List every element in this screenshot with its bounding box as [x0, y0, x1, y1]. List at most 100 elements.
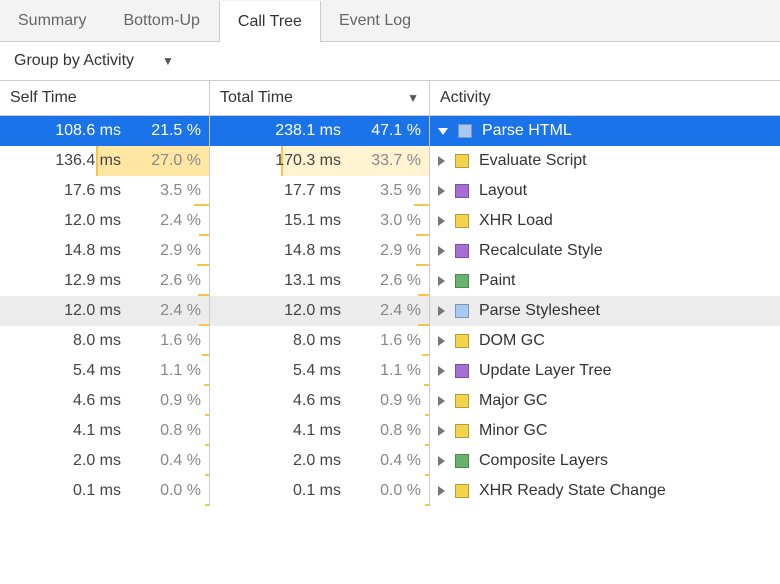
total-time-ms: 12.0 ms: [261, 302, 351, 320]
total-time-pct: 0.0 %: [351, 482, 421, 500]
self-time-cell: 2.0 ms0.4 %: [0, 446, 210, 476]
table-row[interactable]: 2.0 ms0.4 %2.0 ms0.4 %Composite Layers: [0, 446, 780, 476]
expander-closed-icon[interactable]: [438, 186, 445, 196]
total-time-cell: 2.0 ms0.4 %: [210, 446, 430, 476]
total-time-cell: 5.4 ms1.1 %: [210, 356, 430, 386]
self-time-cell: 136.4 ms27.0 %: [0, 146, 210, 176]
activity-name: Update Layer Tree: [479, 362, 612, 380]
column-activity[interactable]: Activity: [430, 81, 780, 115]
self-time-pct: 0.0 %: [131, 482, 201, 500]
table-row[interactable]: 12.9 ms2.6 %13.1 ms2.6 %Paint: [0, 266, 780, 296]
tab-event-log[interactable]: Event Log: [321, 0, 430, 41]
total-time-cell: 12.0 ms2.4 %: [210, 296, 430, 326]
table-row[interactable]: 0.1 ms0.0 %0.1 ms0.0 %XHR Ready State Ch…: [0, 476, 780, 506]
table-row[interactable]: 12.0 ms2.4 %12.0 ms2.4 %Parse Stylesheet: [0, 296, 780, 326]
self-time-ms: 4.1 ms: [41, 422, 131, 440]
activity-name: XHR Load: [479, 212, 553, 230]
activity-cell: XHR Ready State Change: [430, 476, 780, 506]
self-time-pct: 1.1 %: [131, 362, 201, 380]
expander-closed-icon[interactable]: [438, 486, 445, 496]
column-total-time[interactable]: Total Time ▼: [210, 81, 430, 115]
table-row[interactable]: 136.4 ms27.0 %170.3 ms33.7 % Evaluate Scr…: [0, 146, 780, 176]
table-row[interactable]: 5.4 ms1.1 %5.4 ms1.1 % Update Layer Tree: [0, 356, 780, 386]
total-time-pct: 0.4 %: [351, 452, 421, 470]
chevron-down-icon: ▼: [162, 54, 174, 68]
table-row[interactable]: 12.0 ms2.4 %15.1 ms3.0 %XHR Load: [0, 206, 780, 236]
tab-summary[interactable]: Summary: [0, 0, 105, 41]
self-time-ms: 12.0 ms: [41, 212, 131, 230]
table-row[interactable]: 17.6 ms3.5 %17.7 ms3.5 %Layout: [0, 176, 780, 206]
table-row[interactable]: 4.1 ms0.8 %4.1 ms0.8 %Minor GC: [0, 416, 780, 446]
self-time-ms: 4.6 ms: [41, 392, 131, 410]
expander-closed-icon[interactable]: [438, 216, 445, 226]
activity-color-swatch: [455, 394, 469, 408]
self-time-ms: 12.0 ms: [41, 302, 131, 320]
tab-call-tree[interactable]: Call Tree: [219, 1, 321, 42]
expander-closed-icon[interactable]: [438, 306, 445, 316]
total-time-cell: 170.3 ms33.7 %: [210, 146, 430, 176]
total-time-pct: 0.8 %: [351, 422, 421, 440]
expander-closed-icon[interactable]: [438, 366, 445, 376]
activity-cell: Parse HTML: [430, 116, 780, 146]
activity-cell: Recalculate Style: [430, 236, 780, 266]
self-time-cell: 12.9 ms2.6 %: [0, 266, 210, 296]
total-time-ms: 0.1 ms: [261, 482, 351, 500]
activity-cell: XHR Load: [430, 206, 780, 236]
total-time-pct: 1.6 %: [351, 332, 421, 350]
self-time-cell: 4.6 ms0.9 %: [0, 386, 210, 416]
self-time-pct: 0.4 %: [131, 452, 201, 470]
self-time-cell: 17.6 ms3.5 %: [0, 176, 210, 206]
self-time-pct: 2.6 %: [131, 272, 201, 290]
self-time-cell: 0.1 ms0.0 %: [0, 476, 210, 506]
self-time-pct: 2.9 %: [131, 242, 201, 260]
self-time-ms: 0.1 ms: [41, 482, 131, 500]
total-time-cell: 0.1 ms0.0 %: [210, 476, 430, 506]
activity-name: Parse Stylesheet: [479, 302, 600, 320]
group-by-label: Group by Activity: [14, 52, 134, 70]
expander-closed-icon[interactable]: [438, 276, 445, 286]
total-time-cell: 4.1 ms0.8 %: [210, 416, 430, 446]
expander-closed-icon[interactable]: [438, 156, 445, 166]
activity-name: XHR Ready State Change: [479, 482, 666, 500]
self-time-cell: 4.1 ms0.8 %: [0, 416, 210, 446]
column-activity-label: Activity: [440, 89, 491, 107]
expander-closed-icon[interactable]: [438, 426, 445, 436]
table-row[interactable]: 108.6 ms21.5 % 238.1 ms47.1 % Parse HTML: [0, 116, 780, 146]
activity-name: Major GC: [479, 392, 547, 410]
total-time-ms: 238.1 ms: [261, 122, 351, 140]
column-self-time[interactable]: Self Time: [0, 81, 210, 115]
activity-name: Evaluate Script: [479, 152, 587, 170]
activity-color-swatch: [455, 334, 469, 348]
expander-open-icon[interactable]: [438, 128, 448, 135]
activity-color-swatch: [455, 484, 469, 498]
activity-cell: Paint: [430, 266, 780, 296]
activity-name: Composite Layers: [479, 452, 608, 470]
table-row[interactable]: 8.0 ms1.6 %8.0 ms1.6 %DOM GC: [0, 326, 780, 356]
self-time-ms: 12.9 ms: [41, 272, 131, 290]
self-time-cell: 12.0 ms2.4 %: [0, 206, 210, 236]
tab-bottom-up[interactable]: Bottom-Up: [105, 0, 218, 41]
activity-color-swatch: [458, 124, 472, 138]
self-time-pct: 2.4 %: [131, 302, 201, 320]
total-time-pct: 47.1 %: [351, 122, 421, 140]
activity-name: Recalculate Style: [479, 242, 603, 260]
expander-closed-icon[interactable]: [438, 456, 445, 466]
total-time-ms: 170.3 ms: [261, 152, 351, 170]
expander-closed-icon[interactable]: [438, 246, 445, 256]
total-time-pct: 2.6 %: [351, 272, 421, 290]
total-time-pct: 2.9 %: [351, 242, 421, 260]
self-time-pct: 21.5 %: [131, 122, 201, 140]
activity-name: Layout: [479, 182, 527, 200]
self-time-cell: 5.4 ms1.1 %: [0, 356, 210, 386]
group-by-dropdown[interactable]: Group by Activity ▼: [0, 42, 780, 80]
table-row[interactable]: 4.6 ms0.9 %4.6 ms0.9 %Major GC: [0, 386, 780, 416]
activity-name: Paint: [479, 272, 515, 290]
total-time-ms: 2.0 ms: [261, 452, 351, 470]
total-time-pct: 0.9 %: [351, 392, 421, 410]
self-time-pct: 3.5 %: [131, 182, 201, 200]
expander-closed-icon[interactable]: [438, 336, 445, 346]
total-time-ms: 15.1 ms: [261, 212, 351, 230]
expander-closed-icon[interactable]: [438, 396, 445, 406]
self-time-ms: 108.6 ms: [41, 122, 131, 140]
table-row[interactable]: 14.8 ms2.9 %14.8 ms2.9 %Recalculate Styl…: [0, 236, 780, 266]
